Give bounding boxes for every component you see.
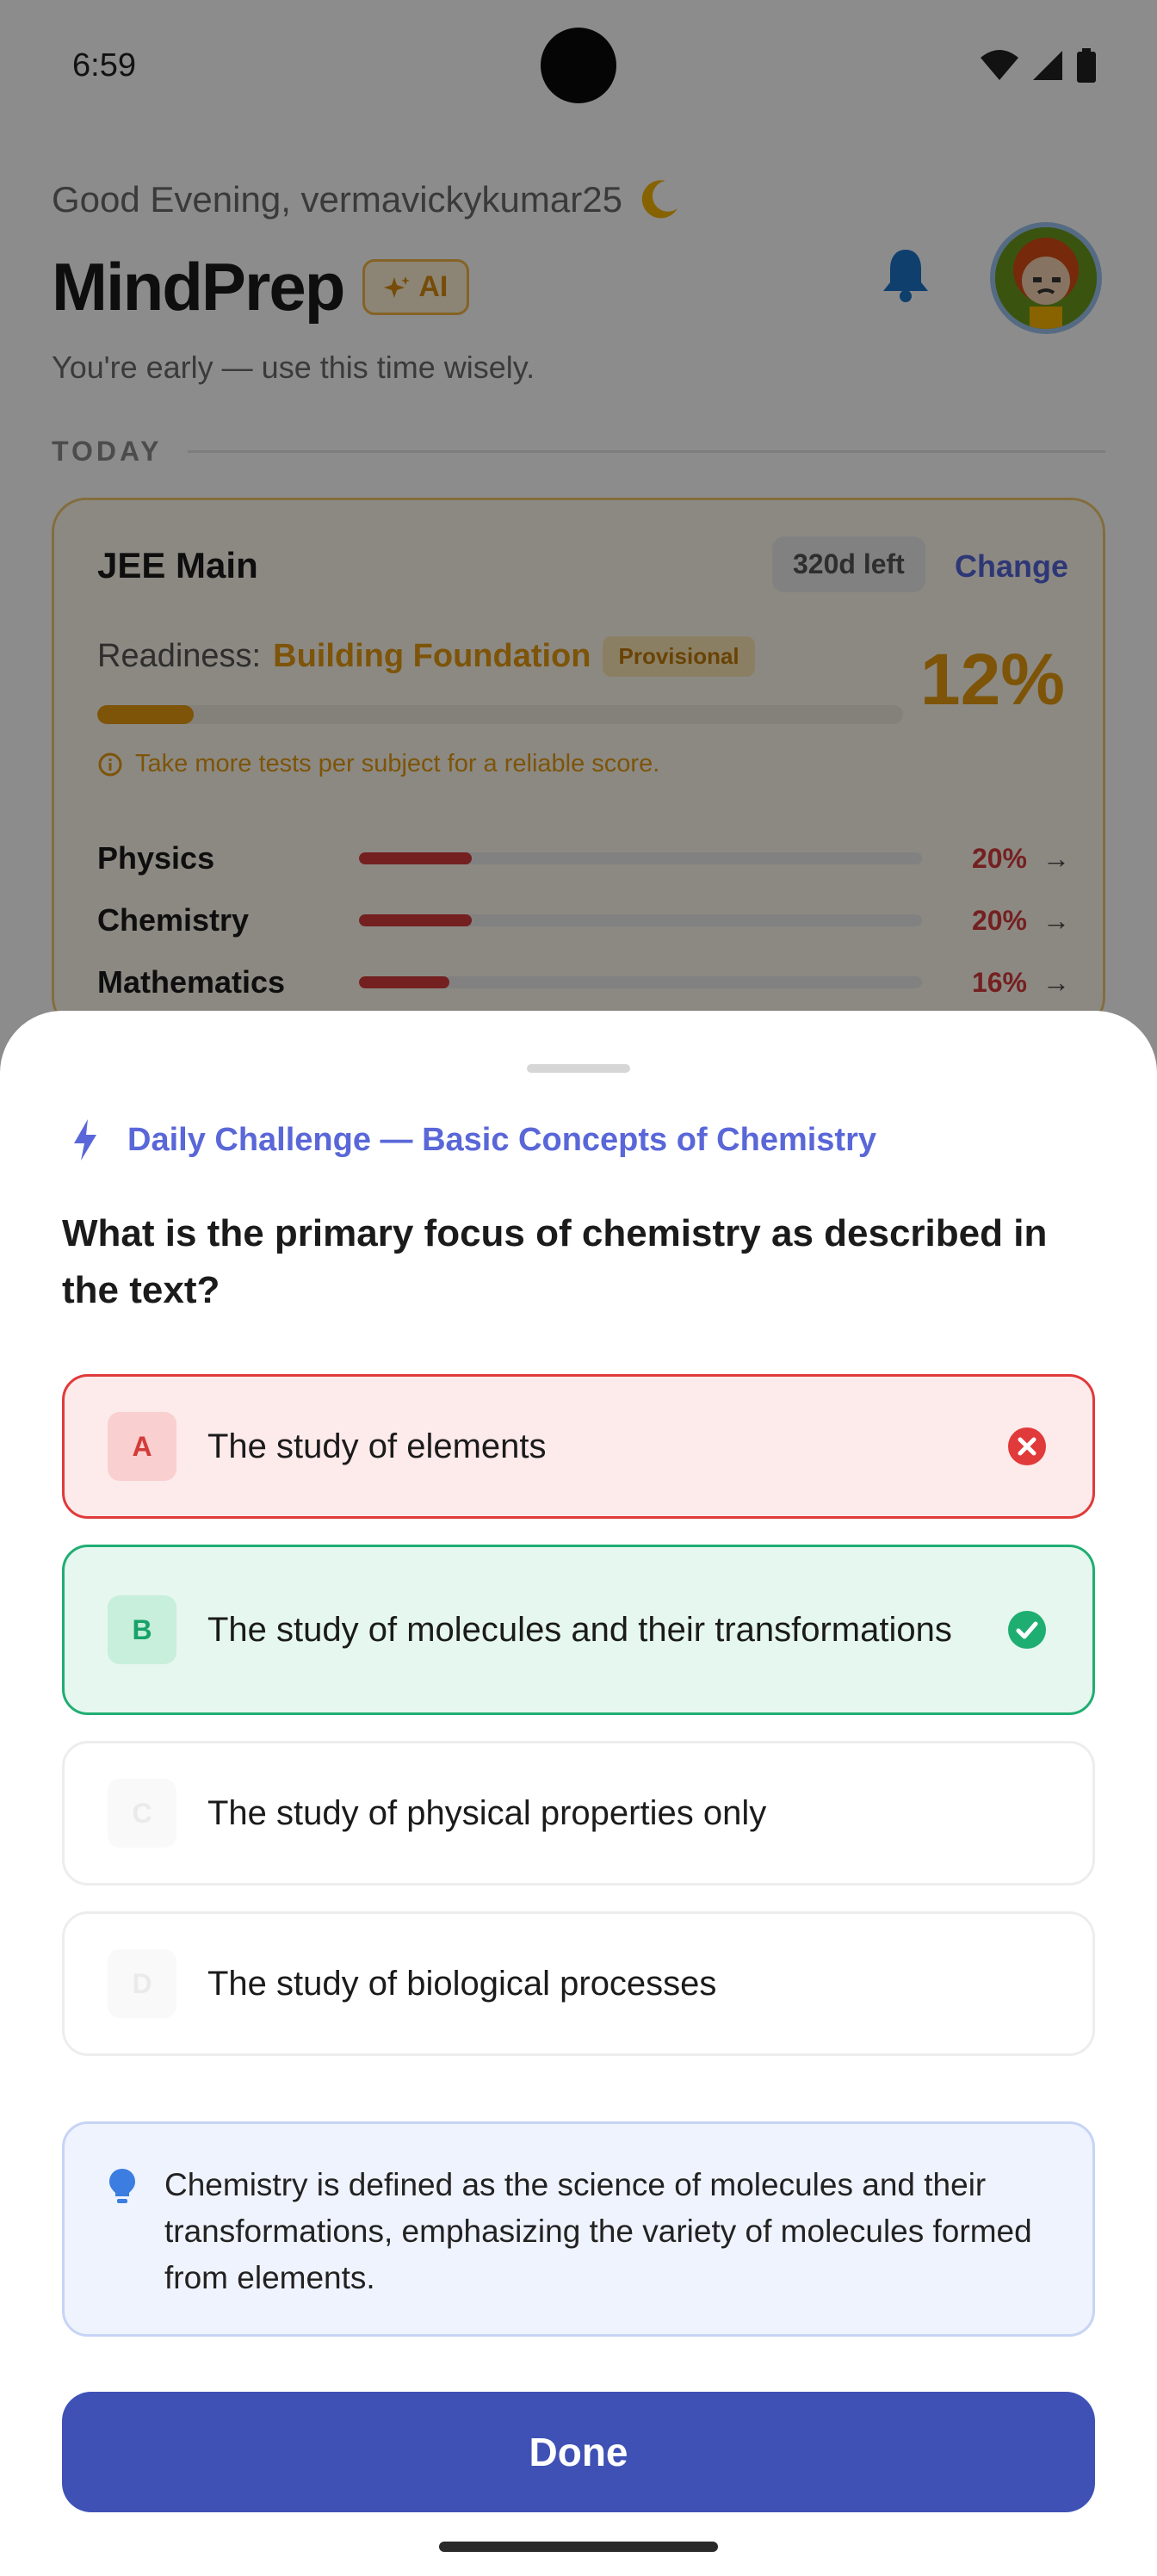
- wrong-answer-icon: [1008, 1427, 1046, 1465]
- done-button[interactable]: Done: [62, 2392, 1095, 2512]
- option-d[interactable]: D The study of biological processes: [62, 1911, 1095, 2056]
- correct-answer-icon: [1008, 1611, 1046, 1649]
- home-indicator[interactable]: [439, 2542, 718, 2552]
- sheet-drag-handle[interactable]: [527, 1064, 630, 1073]
- option-letter: B: [108, 1595, 176, 1664]
- daily-challenge-title: Daily Challenge — Basic Concepts of Chem…: [127, 1121, 877, 1158]
- option-text: The study of elements: [207, 1427, 547, 1465]
- option-text: The study of physical properties only: [207, 1794, 767, 1832]
- lightning-icon: [74, 1119, 96, 1161]
- question-text: What is the primary focus of chemistry a…: [62, 1212, 1048, 1311]
- option-letter: C: [108, 1779, 176, 1848]
- explanation-text: Chemistry is defined as the science of m…: [164, 2167, 1032, 2295]
- lightbulb-icon: [109, 2169, 135, 2203]
- option-a[interactable]: A The study of elements: [62, 1374, 1095, 1519]
- daily-challenge-header: Daily Challenge — Basic Concepts of Chem…: [72, 1119, 876, 1161]
- explanation-box: Chemistry is defined as the science of m…: [62, 2121, 1095, 2337]
- option-letter: A: [108, 1412, 176, 1481]
- option-text: The study of molecules and their transfo…: [207, 1611, 952, 1649]
- option-c[interactable]: C The study of physical properties only: [62, 1741, 1095, 1886]
- option-text: The study of biological processes: [207, 1965, 717, 2003]
- option-b[interactable]: B The study of molecules and their trans…: [62, 1545, 1095, 1715]
- option-letter: D: [108, 1949, 176, 2018]
- daily-challenge-sheet: Daily Challenge — Basic Concepts of Chem…: [0, 1011, 1157, 2576]
